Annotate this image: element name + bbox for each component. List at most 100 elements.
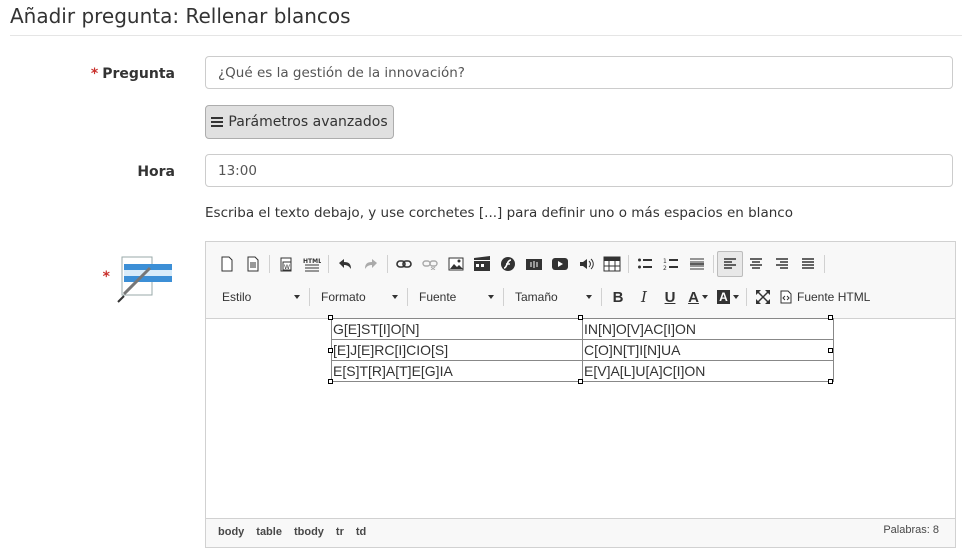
path-item[interactable]: table (256, 526, 282, 538)
paste-word-icon[interactable]: W (273, 251, 299, 277)
bg-color-button[interactable]: A (713, 284, 743, 310)
unlink-icon[interactable] (417, 251, 443, 277)
font-combo-label: Fuente (419, 290, 457, 304)
toolbar-row-2: Estilo Formato Fuente Tamaño B I U A A F… (214, 282, 874, 312)
toolbar-separator (746, 288, 747, 306)
element-path: body table tbody tr td (218, 526, 366, 538)
italic-button[interactable]: I (631, 284, 657, 310)
toolbar-separator (309, 288, 310, 306)
new-page-icon[interactable] (214, 251, 240, 277)
resize-handle[interactable] (828, 315, 833, 320)
toolbar-separator (328, 255, 329, 273)
editor-toolbar: W HTML 12 Estilo Formato Fuente Tamaño B… (206, 242, 955, 319)
path-item[interactable]: tr (336, 526, 344, 538)
source-button[interactable]: Fuente HTML (776, 284, 874, 310)
bg-color-icon: A (717, 290, 730, 304)
size-combo[interactable]: Tamaño (507, 284, 598, 310)
size-combo-label: Tamaño (515, 290, 558, 304)
flash-icon[interactable] (495, 251, 521, 277)
youtube-icon[interactable] (547, 251, 573, 277)
time-input[interactable] (205, 154, 953, 187)
table-cell[interactable]: G[E]ST[I]O[N] (331, 318, 583, 340)
toolbar-separator (407, 288, 408, 306)
toolbar-separator (628, 255, 629, 273)
question-label-text: Pregunta (102, 66, 175, 82)
toolbar-separator (824, 255, 825, 273)
table-icon[interactable] (599, 251, 625, 277)
svg-text:1: 1 (663, 258, 667, 265)
undo-icon[interactable] (332, 251, 358, 277)
html-template-icon[interactable]: HTML (299, 251, 325, 277)
align-center-icon[interactable] (743, 251, 769, 277)
image-icon[interactable] (443, 251, 469, 277)
redo-icon[interactable] (358, 251, 384, 277)
toolbar-separator (713, 255, 714, 273)
bulleted-list-icon[interactable] (632, 251, 658, 277)
maximize-icon[interactable] (750, 284, 776, 310)
toolbar-separator (601, 288, 602, 306)
advanced-params-button[interactable]: Parámetros avanzados (205, 105, 394, 139)
required-mark: * (90, 66, 99, 82)
bold-button[interactable]: B (605, 284, 631, 310)
path-item[interactable]: body (218, 526, 244, 538)
table-cell[interactable]: [E]J[E]RC[I]CIO[S] (331, 339, 583, 361)
rich-text-editor[interactable]: W HTML 12 Estilo Formato Fuente Tamaño B… (205, 241, 956, 548)
advanced-params-label: Parámetros avanzados (228, 114, 388, 130)
table-cell[interactable]: IN[N]O[V]AC[I]ON (582, 318, 834, 340)
style-combo[interactable]: Estilo (214, 284, 306, 310)
svg-text:2: 2 (663, 265, 667, 271)
style-combo-label: Estilo (222, 290, 252, 304)
table-row: [E]J[E]RC[I]CIO[S] C[O]N[T]I[N]UA (331, 339, 834, 361)
underline-button[interactable]: U (657, 284, 683, 310)
question-label: * Pregunta (60, 66, 175, 82)
toolbar-row-1: W HTML 12 (214, 249, 828, 279)
editor-statusbar: body table tbody tr td Palabras: 8 (206, 518, 955, 547)
preview-icon[interactable] (240, 251, 266, 277)
table-cell[interactable]: C[O]N[T]I[N]UA (582, 339, 834, 361)
table-cell[interactable]: E[S]T[R]A[T]E[G]IA (331, 360, 583, 382)
question-input[interactable] (205, 56, 953, 89)
editor-content[interactable]: G[E]ST[I]O[N] IN[N]O[V]AC[I]ON [E]J[E]RC[I… (206, 315, 955, 518)
chevron-down-icon (392, 295, 398, 299)
chevron-down-icon (488, 295, 494, 299)
video-icon[interactable] (469, 251, 495, 277)
source-label: Fuente HTML (797, 290, 871, 304)
svg-text:W: W (284, 264, 290, 271)
justify-icon[interactable] (795, 251, 821, 277)
resize-handle[interactable] (828, 348, 833, 353)
format-combo-label: Formato (321, 290, 366, 304)
resize-handle[interactable] (328, 348, 333, 353)
editor-required-mark: * (102, 269, 110, 285)
link-icon[interactable] (391, 251, 417, 277)
title-divider (10, 35, 962, 36)
source-icon (780, 290, 792, 304)
chevron-down-icon (294, 295, 300, 299)
format-combo[interactable]: Formato (313, 284, 404, 310)
text-color-icon: A (688, 288, 699, 306)
chevron-down-icon (586, 295, 592, 299)
resize-handle[interactable] (578, 379, 583, 384)
table-cell[interactable]: E[V]A[L]U[A]C[I]ON (582, 360, 834, 382)
word-count: Palabras: 8 (883, 524, 939, 536)
toolbar-separator (269, 255, 270, 273)
resize-handle[interactable] (578, 315, 583, 320)
path-item[interactable]: tbody (294, 526, 324, 538)
align-right-icon[interactable] (769, 251, 795, 277)
bars-icon (211, 115, 224, 129)
audio-icon[interactable] (521, 251, 547, 277)
resize-handle[interactable] (328, 379, 333, 384)
numbered-list-icon[interactable]: 12 (658, 251, 684, 277)
table-row: G[E]ST[I]O[N] IN[N]O[V]AC[I]ON (331, 318, 834, 340)
help-text: Escriba el texto debajo, y use corchetes… (205, 205, 793, 221)
resize-handle[interactable] (828, 379, 833, 384)
align-left-icon[interactable] (717, 251, 743, 277)
content-table[interactable]: G[E]ST[I]O[N] IN[N]O[V]AC[I]ON [E]J[E]RC[I… (331, 318, 834, 382)
horizontal-line-icon[interactable] (684, 251, 710, 277)
path-item[interactable]: td (356, 526, 366, 538)
svg-text:HTML: HTML (303, 258, 321, 265)
sound-icon[interactable] (573, 251, 599, 277)
font-combo[interactable]: Fuente (411, 284, 500, 310)
page-title: Añadir pregunta: Rellenar blancos (10, 4, 351, 28)
text-color-button[interactable]: A (683, 284, 713, 310)
resize-handle[interactable] (328, 315, 333, 320)
